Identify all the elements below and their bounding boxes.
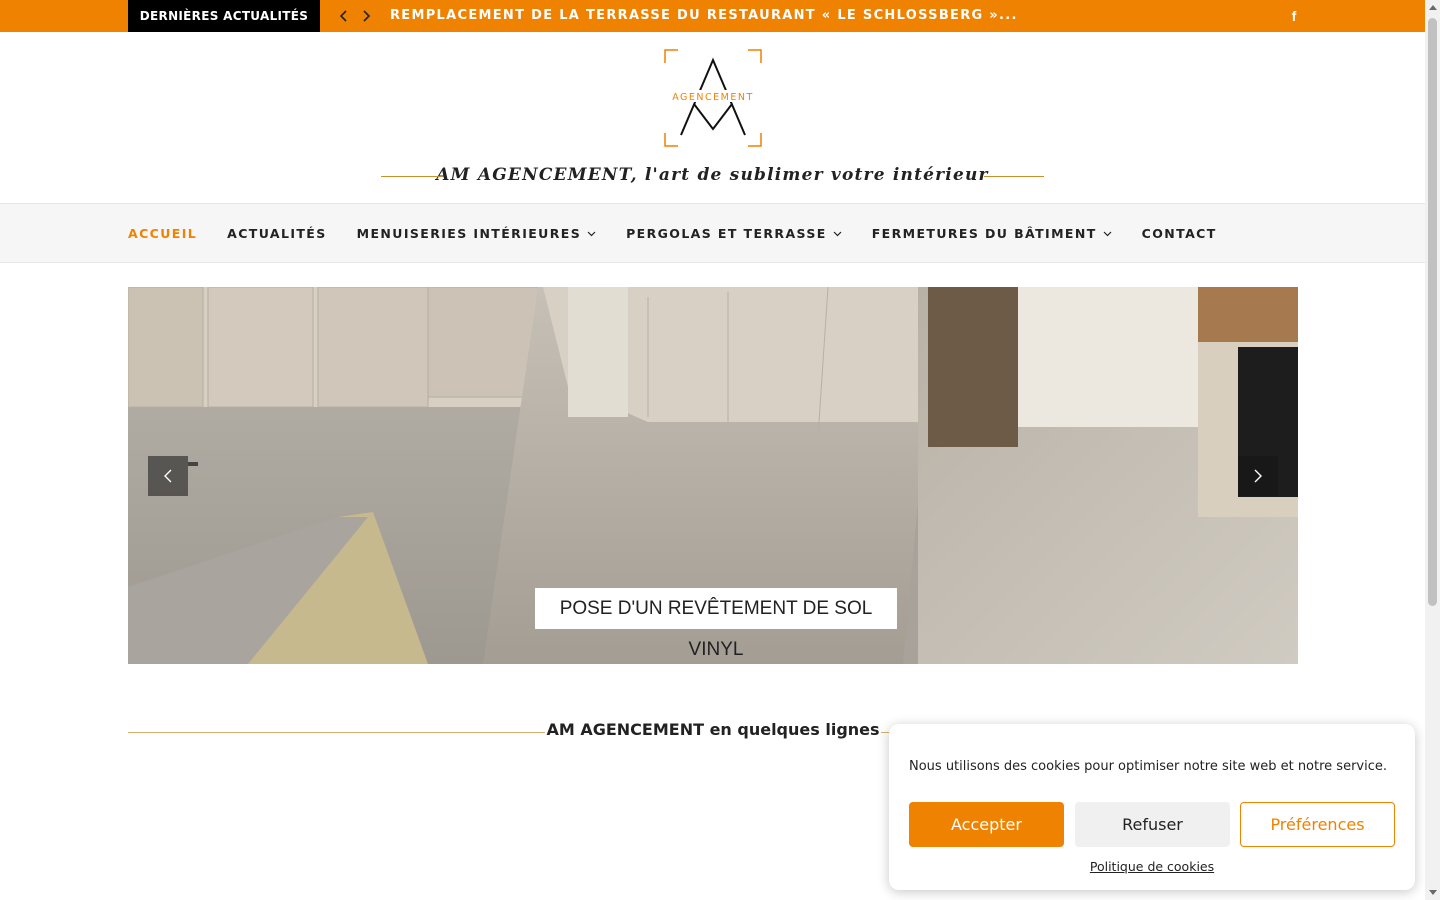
chevron-right-icon xyxy=(363,10,371,22)
cookie-preferences-button[interactable]: Préférences xyxy=(1240,802,1395,847)
nav-item-label: FERMETURES DU BÂTIMENT xyxy=(871,225,1097,241)
cookie-message: Nous utilisons des cookies pour optimise… xyxy=(909,759,1387,774)
page-scrollbar[interactable] xyxy=(1425,0,1440,900)
nav-item-label: MENUISERIES INTÉRIEURES xyxy=(356,225,582,241)
nav-item-label: PERGOLAS ET TERRASSE xyxy=(626,225,827,241)
chevron-left-icon xyxy=(164,469,172,483)
nav-item-contact[interactable]: CONTACT xyxy=(1142,226,1217,241)
nav-item-fermetures-du-batiment[interactable]: FERMETURES DU BÂTIMENT xyxy=(872,226,1112,241)
logo-text: AGENCEMENT xyxy=(672,92,754,103)
nav-item-menuiseries-interieures[interactable]: MENUISERIES INTÉRIEURES xyxy=(357,226,596,241)
accept-cookies-button[interactable]: Accepter xyxy=(909,802,1064,847)
cookie-consent-banner: Nous utilisons des cookies pour optimise… xyxy=(889,724,1415,890)
scrollbar-thumb[interactable] xyxy=(1428,18,1437,606)
scroll-down-arrow-icon[interactable] xyxy=(1429,890,1437,895)
main-navigation: ACCUEIL ACTUALITÉS MENUISERIES INTÉRIEUR… xyxy=(0,203,1425,263)
scroll-up-arrow-icon[interactable] xyxy=(1429,5,1437,10)
divider xyxy=(381,176,441,177)
chevron-down-icon xyxy=(833,231,842,236)
nav-item-actualites[interactable]: ACTUALITÉS xyxy=(227,226,327,241)
cookie-policy-link[interactable]: Politique de cookies xyxy=(889,859,1415,874)
news-prev-button[interactable] xyxy=(335,0,353,32)
slide-caption[interactable]: POSE D'UN REVÊTEMENT DE SOL VINYL xyxy=(535,588,897,660)
news-headline-link[interactable]: REMPLACEMENT DE LA TERRASSE DU RESTAURAN… xyxy=(390,0,1018,32)
chevron-down-icon xyxy=(1103,231,1112,236)
nav-item-accueil[interactable]: ACCUEIL xyxy=(128,226,197,241)
chevron-down-icon xyxy=(587,231,596,236)
chevron-left-icon xyxy=(339,10,347,22)
facebook-icon[interactable]: f xyxy=(1287,7,1301,25)
slider-prev-button[interactable] xyxy=(148,456,188,496)
nav-item-label: ACCUEIL xyxy=(128,225,198,241)
news-next-button[interactable] xyxy=(357,0,375,32)
site-tagline: AM AGENCEMENT, l'art de sublimer votre i… xyxy=(436,165,989,185)
hero-slider[interactable]: POSE D'UN REVÊTEMENT DE SOL VINYL xyxy=(128,287,1298,664)
nav-item-pergolas-et-terrasse[interactable]: PERGOLAS ET TERRASSE xyxy=(626,226,842,241)
divider xyxy=(128,732,545,733)
refuse-cookies-button[interactable]: Refuser xyxy=(1075,802,1230,847)
divider xyxy=(984,176,1044,177)
section-title: AM AGENCEMENT en quelques lignes xyxy=(546,720,880,739)
nav-item-label: CONTACT xyxy=(1141,225,1217,241)
site-logo[interactable]: AGENCEMENT xyxy=(664,49,762,147)
latest-news-label: DERNIÈRES ACTUALITÉS xyxy=(128,0,320,32)
slider-next-button[interactable] xyxy=(1238,456,1278,496)
site-tagline-block: AM AGENCEMENT, l'art de sublimer votre i… xyxy=(381,160,1044,190)
top-news-bar: DERNIÈRES ACTUALITÉS REMPLACEMENT DE LA … xyxy=(0,0,1425,32)
chevron-right-icon xyxy=(1254,469,1262,483)
nav-item-label: ACTUALITÉS xyxy=(227,225,327,241)
